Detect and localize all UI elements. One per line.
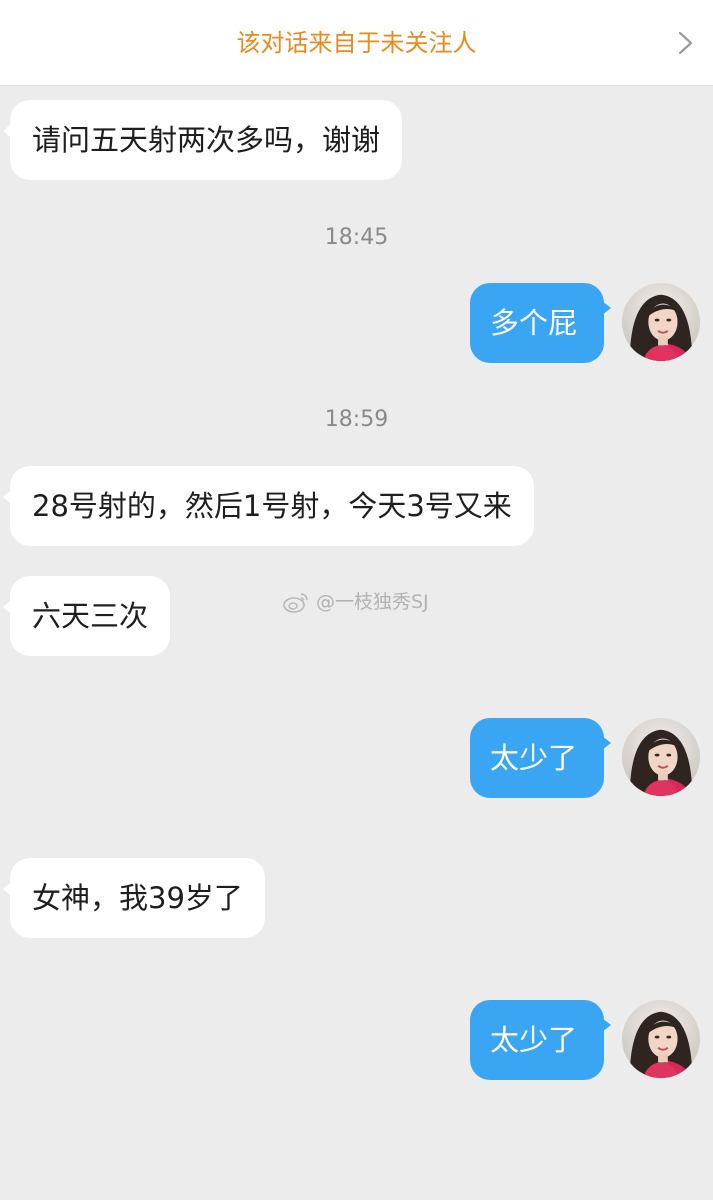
avatar-image (622, 1000, 700, 1078)
bubble-tail (602, 301, 611, 315)
avatar-image (622, 283, 700, 361)
bubble-tail (602, 736, 611, 750)
incoming-message-bubble[interactable]: 28号射的，然后1号射，今天3号又来 (10, 466, 534, 546)
incoming-message-bubble[interactable]: 请问五天射两次多吗，谢谢 (10, 100, 403, 180)
outgoing-message-bubble[interactable]: 太少了 (470, 1000, 604, 1080)
weibo-icon (283, 593, 308, 613)
user-avatar[interactable] (622, 718, 700, 796)
incoming-message-bubble[interactable]: 六天三次 (10, 576, 171, 656)
avatar-image (622, 718, 700, 796)
header-title: 该对话来自于未关注人 (236, 29, 477, 57)
user-avatar[interactable] (622, 283, 700, 361)
outgoing-message-bubble[interactable]: 太少了 (470, 718, 604, 798)
message-timestamp: 18:59 (324, 407, 389, 432)
conversation-header[interactable]: 该对话来自于未关注人 (0, 0, 713, 86)
user-avatar[interactable] (622, 1000, 700, 1078)
message-timestamp: 18:45 (324, 225, 389, 250)
outgoing-message-bubble[interactable]: 多个屁 (470, 283, 604, 363)
bubble-tail (602, 1018, 611, 1032)
watermark-text: @一枝独秀SJ (316, 591, 429, 613)
incoming-message-bubble[interactable]: 女神，我39岁了 (10, 858, 265, 938)
chevron-right-icon[interactable] (675, 30, 697, 56)
